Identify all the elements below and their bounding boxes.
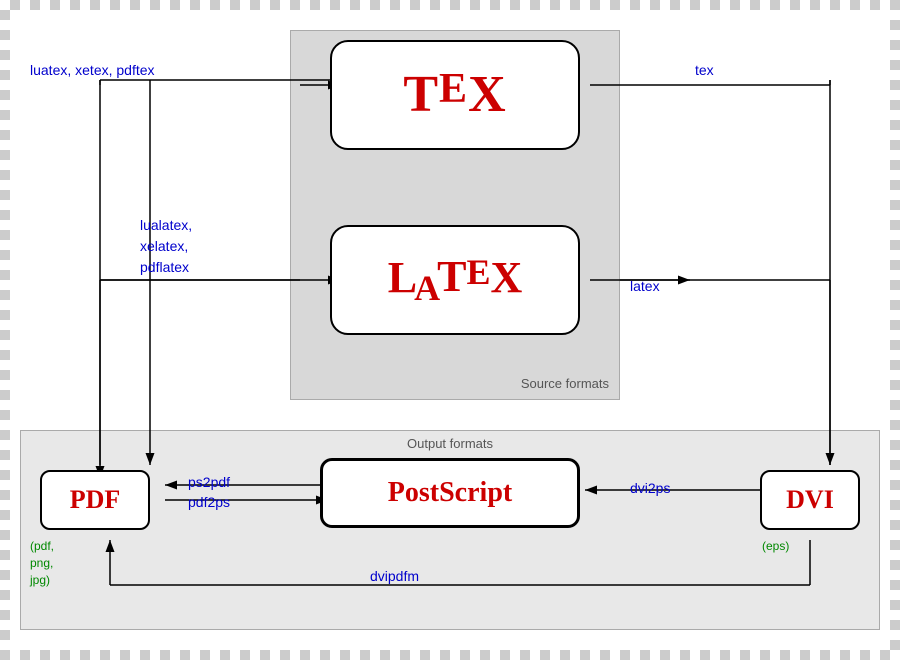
dvi2ps-label: dvi2ps: [630, 480, 670, 496]
luatex-label: luatex, xetex, pdftex: [30, 62, 155, 78]
dvipdfm-label: dvipdfm: [370, 568, 419, 584]
eps-label: (eps): [762, 538, 789, 555]
tex-arrow-label: tex: [695, 62, 714, 78]
source-formats-label: Source formats: [521, 376, 609, 391]
latex-arrow-label: latex: [630, 278, 660, 294]
tex-logo: TEX: [403, 65, 506, 124]
dvi-label: DVI: [786, 485, 834, 515]
latex-format-box: LATEX: [330, 225, 580, 335]
latex-logo: LATEX: [388, 251, 523, 310]
main-content-area: Source formats Output formats TEX LATEX …: [10, 10, 890, 650]
lualatex-label: lualatex,xelatex,pdflatex: [140, 215, 192, 278]
tex-format-box: TEX: [330, 40, 580, 150]
pdf2ps-label: pdf2ps: [188, 494, 230, 510]
postscript-format-box: PostScript: [320, 458, 580, 528]
dvi-format-box: DVI: [760, 470, 860, 530]
postscript-label: PostScript: [388, 477, 512, 509]
pdf-formats-label: (pdf,png,jpg): [30, 538, 54, 588]
output-formats-label: Output formats: [407, 436, 493, 451]
pdf-label: PDF: [70, 485, 121, 515]
ps2pdf-label: ps2pdf: [188, 474, 230, 490]
pdf-format-box: PDF: [40, 470, 150, 530]
